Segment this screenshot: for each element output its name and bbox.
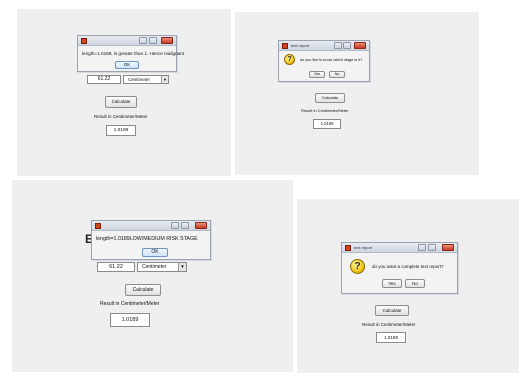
question-icon: ? bbox=[284, 54, 295, 65]
screenshot-panel-2: text report ? do you like to know which … bbox=[235, 12, 479, 175]
result-label: Result in Centimeter/Meter bbox=[100, 301, 160, 307]
dialog-titlebar: text report bbox=[279, 41, 369, 51]
maximize-icon[interactable] bbox=[149, 37, 157, 44]
chevron-down-icon[interactable]: ▼ bbox=[178, 263, 186, 271]
ok-button[interactable]: OK bbox=[142, 248, 168, 257]
dialog-message: do you want a complete text report? bbox=[372, 264, 444, 269]
yes-button[interactable]: Yes bbox=[309, 71, 325, 78]
question-icon: ? bbox=[350, 259, 365, 274]
dialog-title: text report bbox=[291, 43, 310, 48]
unit-select-value: Centimeter bbox=[142, 264, 167, 270]
result-field: 1.0189 bbox=[313, 119, 341, 129]
screenshot-panel-4: text report ? do you want a complete tex… bbox=[297, 199, 519, 373]
unit-select[interactable]: Centimeter ▼ bbox=[137, 262, 187, 272]
length-input[interactable]: 61.22 bbox=[87, 75, 121, 84]
dialog-message: length=1.0189, is greater than 1. Hence … bbox=[82, 51, 185, 56]
result-field: 1.0189 bbox=[376, 332, 406, 343]
dialog-message: length=1.0189LOW/MEDIUM RISK STAGE bbox=[96, 236, 198, 242]
screenshot-panel-3: E 61.22 Centimeter ▼ length=1.0189LOW/ME… bbox=[12, 180, 293, 372]
minimize-icon[interactable] bbox=[171, 222, 179, 229]
screenshot-panel-1: 61.22 Centimeter ▼ length=1.0189, is gre… bbox=[17, 9, 231, 176]
message-dialog: length=1.0189, is greater than 1. Hence … bbox=[77, 35, 184, 72]
calculate-button[interactable]: Calculate bbox=[105, 96, 137, 108]
chevron-down-icon[interactable]: ▼ bbox=[161, 76, 168, 83]
no-button[interactable]: No bbox=[329, 71, 345, 78]
maximize-icon[interactable] bbox=[428, 244, 436, 251]
calculate-button[interactable]: Calculate bbox=[315, 93, 345, 103]
maximize-icon[interactable] bbox=[181, 222, 189, 229]
close-icon[interactable] bbox=[354, 42, 366, 49]
question-dialog: text report ? do you want a complete tex… bbox=[341, 242, 458, 294]
dialog-titlebar bbox=[92, 221, 210, 231]
result-label: Result in Centimeter/Meter bbox=[362, 322, 416, 327]
calculate-button[interactable]: Calculate bbox=[125, 284, 161, 296]
no-button[interactable]: No bbox=[405, 279, 425, 288]
length-input[interactable]: 61.22 bbox=[97, 262, 135, 272]
close-icon[interactable] bbox=[161, 37, 173, 44]
question-dialog: text report ? do you like to know which … bbox=[278, 40, 370, 82]
message-dialog: length=1.0189LOW/MEDIUM RISK STAGE OK bbox=[91, 220, 211, 260]
result-field: 1.0189 bbox=[110, 313, 150, 327]
yes-button[interactable]: Yes bbox=[382, 279, 402, 288]
dialog-titlebar bbox=[78, 36, 176, 46]
dialog-message: do you like to know which stage is it? bbox=[300, 58, 363, 62]
minimize-icon[interactable] bbox=[139, 37, 147, 44]
result-field: 1.0189 bbox=[106, 125, 136, 136]
close-icon[interactable] bbox=[442, 244, 454, 251]
close-icon[interactable] bbox=[195, 222, 207, 229]
result-label: Result in Centimeter/Meter bbox=[301, 108, 349, 113]
ok-button[interactable]: OK bbox=[115, 61, 139, 69]
minimize-icon[interactable] bbox=[334, 42, 342, 49]
dialog-titlebar: text report bbox=[342, 243, 457, 253]
matlab-app-icon bbox=[345, 245, 351, 251]
minimize-icon[interactable] bbox=[418, 244, 426, 251]
unit-select[interactable]: Centimeter ▼ bbox=[123, 75, 169, 84]
unit-select-value: Centimeter bbox=[128, 77, 151, 82]
calculate-button[interactable]: Calculate bbox=[375, 305, 409, 316]
dialog-title: text report bbox=[354, 245, 373, 250]
result-label: Result in Centimeter/Meter bbox=[94, 114, 148, 119]
maximize-icon[interactable] bbox=[343, 42, 351, 49]
matlab-app-icon bbox=[81, 38, 87, 44]
matlab-app-icon bbox=[282, 43, 288, 49]
matlab-app-icon bbox=[95, 223, 101, 229]
